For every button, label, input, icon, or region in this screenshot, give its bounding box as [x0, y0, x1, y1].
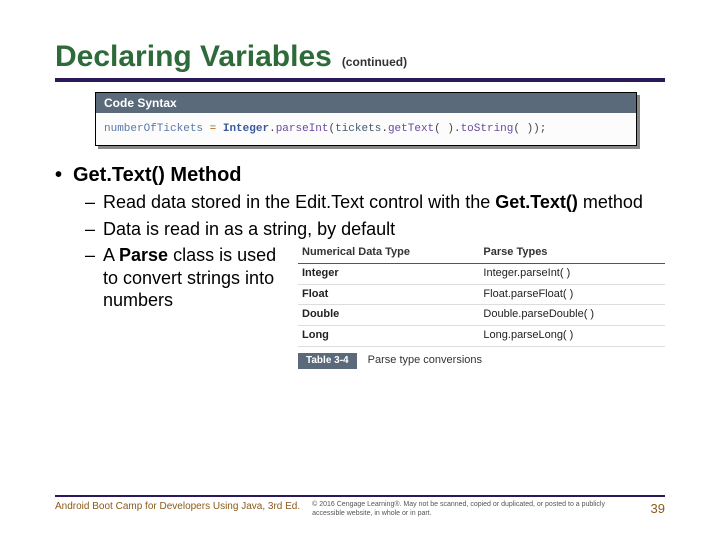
cell-type: Float	[298, 284, 479, 305]
code-token-tostring: toString	[461, 123, 514, 135]
parse-table: Numerical Data Type Parse Types Integer …	[298, 244, 665, 347]
table-caption-text: Parse type conversions	[368, 354, 482, 366]
footer-page-number: 39	[637, 501, 665, 517]
bullet2a-text-1: Read data stored in the Edit.Text contro…	[103, 192, 495, 212]
bullet2a-text-2: method	[578, 192, 643, 212]
cell-parse: Integer.parseInt( )	[479, 263, 665, 284]
cell-parse: Float.parseFloat( )	[479, 284, 665, 305]
title-line: Declaring Variables (continued)	[55, 40, 665, 74]
parse-table-wrap: Numerical Data Type Parse Types Integer …	[298, 244, 665, 369]
table-header-type: Numerical Data Type	[298, 244, 479, 263]
table-header-parse: Parse Types	[479, 244, 665, 263]
bullet-list: Get.Text() Method Read data stored in th…	[55, 164, 665, 369]
cell-parse: Long.parseLong( )	[479, 326, 665, 347]
code-token-object: tickets	[335, 123, 381, 135]
cell-type: Integer	[298, 263, 479, 284]
table-row: Double Double.parseDouble( )	[298, 305, 665, 326]
footer-copyright: © 2016 Cengage Learning®. May not be sca…	[312, 501, 636, 518]
table-caption: Table 3-4 Parse type conversions	[298, 353, 665, 370]
slide: Declaring Variables (continued) Code Syn…	[0, 0, 720, 540]
slide-footer: Android Boot Camp for Developers Using J…	[55, 495, 665, 518]
code-syntax-box: Code Syntax numberOfTickets = Integer.pa…	[95, 92, 637, 146]
code-syntax-body: numberOfTickets = Integer.parseInt(ticke…	[96, 113, 636, 145]
title-rule	[55, 78, 665, 82]
table-row: Float Float.parseFloat( )	[298, 284, 665, 305]
cell-parse: Double.parseDouble( )	[479, 305, 665, 326]
cell-type: Double	[298, 305, 479, 326]
code-token-variable: numberOfTickets	[104, 123, 203, 135]
bullet2c-text: A Parse class is used to convert strings…	[103, 244, 288, 312]
code-token-semicolon: ;	[540, 123, 547, 135]
table-row: Integer Integer.parseInt( )	[298, 263, 665, 284]
code-token-parseint: parseInt	[276, 123, 329, 135]
continued-label: (continued)	[342, 55, 407, 69]
table-tag: Table 3-4	[298, 353, 357, 370]
bullet-level-2: Data is read in as a string, by default	[103, 218, 665, 241]
bullet2c-bold: Parse	[119, 245, 168, 265]
table-row: Long Long.parseLong( )	[298, 326, 665, 347]
bullet1-text: Get.Text() Method	[73, 164, 242, 186]
bullet-level-2-with-table: A Parse class is used to convert strings…	[103, 244, 665, 369]
code-token-class: Integer	[223, 123, 269, 135]
cell-type: Long	[298, 326, 479, 347]
code-token-gettext: getText	[388, 123, 434, 135]
bullet2a-bold: Get.Text()	[495, 192, 578, 212]
bullet2c-text-1: A	[103, 245, 119, 265]
bullet-level-1: Get.Text() Method	[73, 164, 665, 187]
bullet-level-2: Read data stored in the Edit.Text contro…	[103, 191, 665, 214]
footer-book-title: Android Boot Camp for Developers Using J…	[55, 501, 312, 513]
code-syntax-header: Code Syntax	[96, 93, 636, 113]
code-token-equals: =	[210, 123, 217, 135]
slide-title: Declaring Variables	[55, 40, 332, 74]
bullet2b-text: Data is read in as a string, by default	[103, 219, 395, 239]
